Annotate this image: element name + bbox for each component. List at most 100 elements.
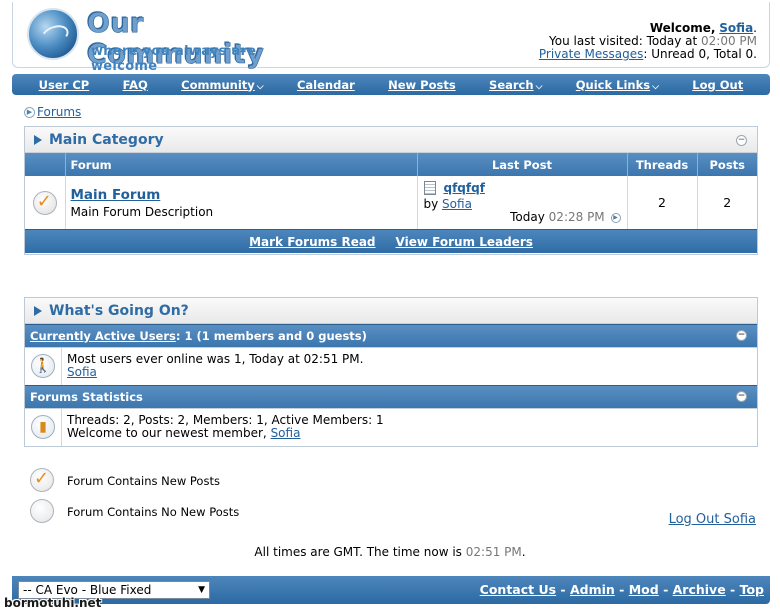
newest-member-link[interactable]: Sofia — [271, 426, 301, 440]
time-notice: All times are GMT. The time now is 02:51… — [0, 545, 780, 559]
separator: - — [725, 582, 740, 597]
contact-us-link[interactable]: Contact Us — [480, 582, 556, 597]
admin-link[interactable]: Admin — [570, 582, 615, 597]
welcome-prefix: Welcome, — [649, 21, 716, 35]
last-visited-time: 02:00 PM — [701, 34, 757, 48]
nav-faq[interactable]: FAQ — [123, 78, 148, 92]
legend-new-posts-label: Forum Contains New Posts — [67, 474, 220, 488]
active-users-header: Currently Active Users: 1 (1 members and… — [25, 324, 757, 347]
watermark: bormotuhi.net — [4, 596, 102, 610]
last-post-author-link[interactable]: Sofia — [442, 197, 472, 211]
separator: - — [556, 582, 570, 597]
nav-label: Log Out — [692, 77, 744, 92]
nav-quick-links[interactable]: Quick Links ⌵ — [576, 78, 659, 92]
new-posts-check-icon: ✓ — [30, 468, 54, 492]
person-icon: 🚶 — [31, 354, 55, 378]
new-posts-check-icon: ✓ — [32, 190, 57, 215]
chevron-down-icon: ⌵ — [535, 81, 543, 92]
last-post-time: 02:28 PM — [548, 210, 605, 224]
nav-community[interactable]: Community ⌵ — [181, 78, 263, 92]
last-post-thread-link[interactable]: qfqfqf — [444, 181, 485, 195]
dropdown-arrow-icon: ▼ — [198, 585, 205, 595]
active-users-icon-cell: 🚶 — [25, 348, 62, 385]
nav-calendar[interactable]: Calendar — [297, 78, 355, 92]
navbar: User CP FAQ Community ⌵ Calendar New Post… — [12, 74, 770, 95]
posts-column-header: Posts — [696, 153, 757, 176]
welcome-suffix: . — [753, 21, 757, 35]
category-footer: Mark Forums Read View Forum Leaders — [25, 229, 757, 253]
main-category-panel: Main Category − Forum Last Post Threads … — [24, 126, 758, 255]
breadcrumb: ▶ Forums — [24, 105, 81, 119]
nav-search[interactable]: Search ⌵ — [489, 78, 542, 92]
online-user-link[interactable]: Sofia — [67, 365, 97, 379]
active-users-link[interactable]: Currently Active Users — [30, 329, 176, 343]
forum-statistics-title: Forums Statistics — [30, 390, 143, 404]
time-notice-suffix: . — [521, 545, 526, 559]
top-link[interactable]: Top — [740, 582, 764, 597]
nav-label: Calendar — [296, 77, 355, 92]
whats-going-on-panel: What's Going On? Currently Active Users:… — [24, 297, 758, 447]
last-post-column-header: Last Post — [416, 153, 627, 176]
expand-triangle-icon — [34, 306, 42, 316]
globe-icon — [27, 8, 79, 60]
nav-label: Search — [489, 77, 534, 92]
table-row: ✓ Main Forum Main Forum Description qfqf… — [25, 176, 757, 229]
archive-link[interactable]: Archive — [673, 582, 726, 597]
expand-triangle-icon — [34, 135, 42, 145]
last-post-day: Today — [510, 210, 545, 224]
nav-label: Community — [181, 77, 255, 92]
forum-header: Our Community where you always are welco… — [12, 2, 770, 74]
breadcrumb-arrow-icon: ▶ — [24, 107, 35, 118]
collapse-icon[interactable]: − — [736, 330, 747, 341]
bar-chart-icon: ▮ — [31, 415, 55, 439]
chevron-down-icon: ⌵ — [652, 81, 659, 92]
pm-status: : Unread 0, Total 0. — [643, 47, 757, 61]
whats-going-on-title: What's Going On? — [49, 303, 189, 319]
forum-status-cell: ✓ — [25, 176, 65, 229]
forum-table: Forum Last Post Threads Posts ✓ Main For… — [25, 153, 757, 229]
collapse-icon[interactable]: − — [736, 391, 747, 402]
logo-subtitle: where you always are welcome — [91, 44, 257, 74]
whats-going-on-header[interactable]: What's Going On? — [25, 298, 757, 324]
page-footer: -- CA Evo - Blue Fixed ▼ Contact Us - Ad… — [12, 576, 770, 604]
last-visited-label: You last visited: Today at — [549, 34, 698, 48]
style-chooser-value: -- CA Evo - Blue Fixed — [23, 583, 152, 597]
nav-label: User CP — [38, 77, 90, 92]
category-title: Main Category — [49, 132, 164, 148]
category-header[interactable]: Main Category − — [25, 127, 757, 153]
statistics-icon-cell: ▮ — [25, 409, 62, 446]
mark-forums-read-link[interactable]: Mark Forums Read — [249, 235, 375, 249]
separator: - — [658, 582, 673, 597]
welcome-username-link[interactable]: Sofia — [719, 21, 753, 35]
most-online-text: Most users ever online was 1, Today at 0… — [67, 352, 364, 366]
mod-link[interactable]: Mod — [629, 582, 659, 597]
go-to-last-post-icon[interactable]: ▶ — [610, 212, 621, 223]
private-messages-link[interactable]: Private Messages — [539, 47, 644, 61]
forum-table-header: Forum Last Post Threads Posts — [25, 153, 757, 176]
document-icon — [423, 181, 436, 195]
statistics-row: ▮ Threads: 2, Posts: 2, Members: 1, Acti… — [25, 408, 757, 446]
forum-column-header: Forum — [64, 153, 417, 176]
forum-name-link[interactable]: Main Forum — [71, 187, 161, 203]
nav-log-out[interactable]: Log Out — [692, 78, 743, 92]
nav-new-posts[interactable]: New Posts — [388, 78, 456, 92]
nav-label: Quick Links — [575, 77, 651, 92]
footer-links: Contact Us - Admin - Mod - Archive - Top — [480, 582, 764, 597]
last-post-by-label: by — [423, 197, 439, 211]
current-time: 02:51 PM — [465, 545, 522, 559]
last-post-cell: qfqfqf by Sofia Today 02:28 PM ▶ — [416, 176, 627, 229]
nav-user-cp[interactable]: User CP — [39, 78, 90, 92]
forum-description: Main Forum Description — [70, 204, 214, 219]
status-column-header — [25, 153, 65, 176]
breadcrumb-forums-link[interactable]: Forums — [37, 105, 81, 119]
welcome-box: Welcome, Sofia. You last visited: Today … — [539, 22, 757, 61]
separator: - — [614, 582, 629, 597]
collapse-icon[interactable]: − — [736, 135, 747, 146]
view-forum-leaders-link[interactable]: View Forum Leaders — [396, 235, 533, 249]
threads-count: 2 — [626, 176, 697, 229]
newest-member-label: Welcome to our newest member, — [67, 426, 267, 440]
legend-no-new-posts-label: Forum Contains No New Posts — [67, 505, 240, 519]
active-users-count: : 1 (1 members and 0 guests) — [175, 329, 367, 343]
site-logo[interactable]: Our Community where you always are welco… — [27, 8, 317, 74]
log-out-user-link[interactable]: Log Out Sofia — [669, 512, 756, 527]
